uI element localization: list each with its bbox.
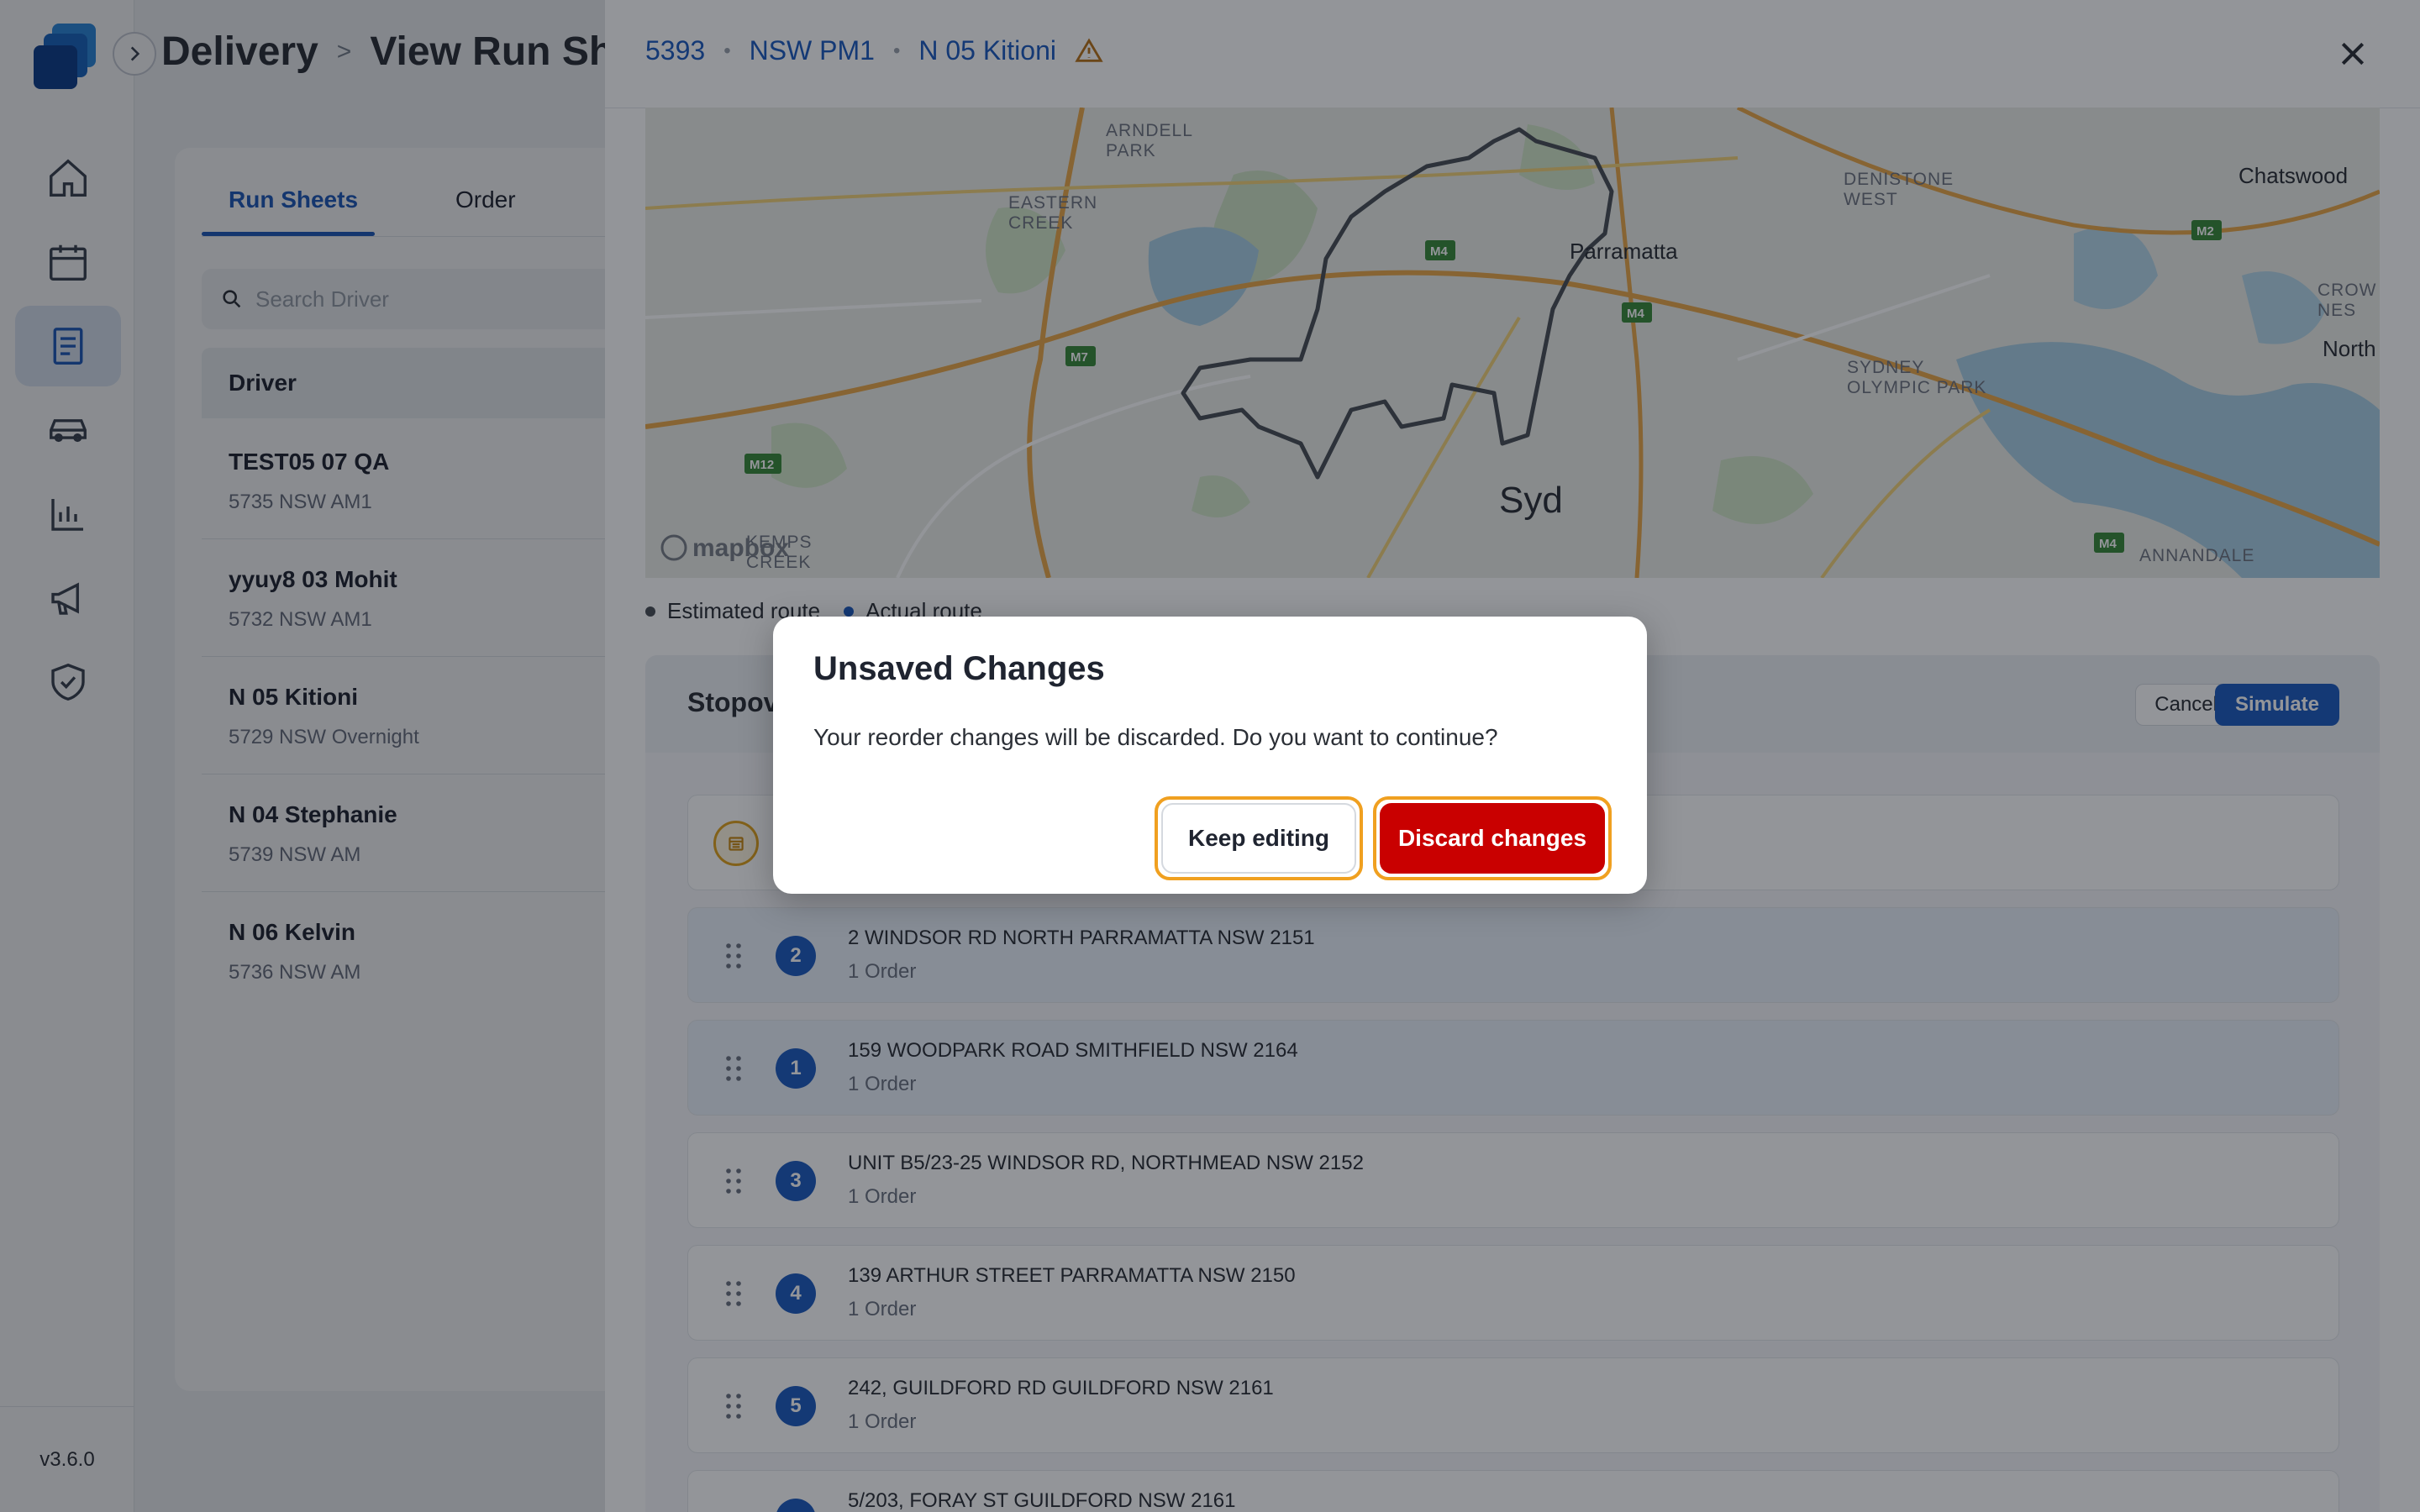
dialog-title: Unsaved Changes bbox=[813, 650, 1105, 687]
dialog-message: Your reorder changes will be discarded. … bbox=[813, 724, 1498, 750]
unsaved-changes-dialog: Unsaved Changes Your reorder changes wil… bbox=[773, 617, 1647, 894]
discard-changes-button[interactable]: Discard changes bbox=[1380, 803, 1605, 874]
keep-editing-button[interactable]: Keep editing bbox=[1161, 803, 1356, 874]
